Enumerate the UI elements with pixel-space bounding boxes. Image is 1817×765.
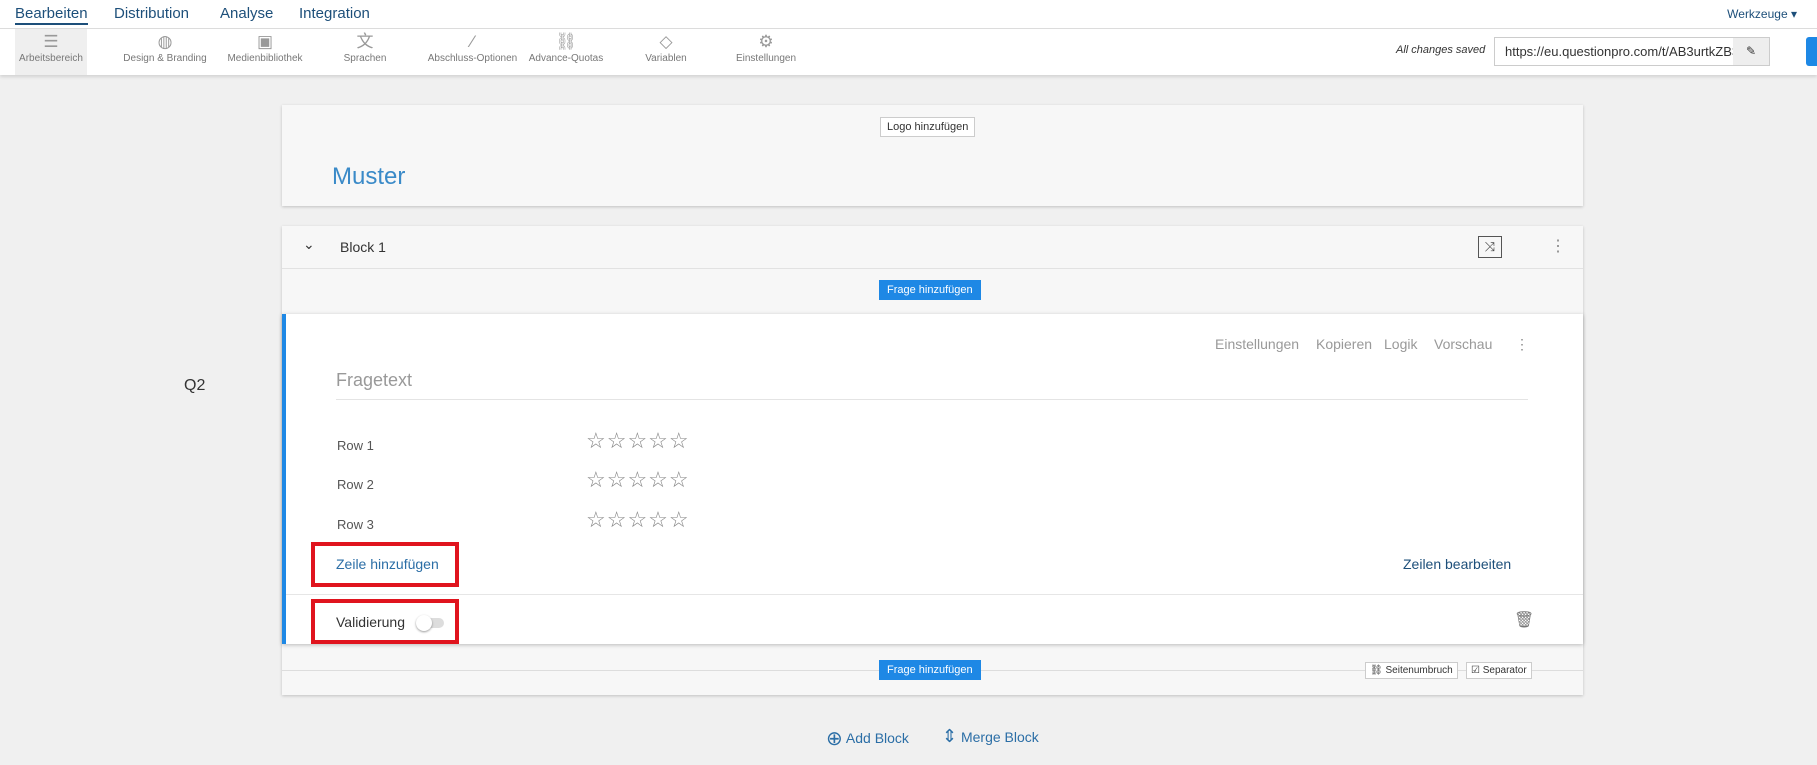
question-copy-link[interactable]: Kopieren (1316, 336, 1372, 352)
tool-arbeitsbereich[interactable]: ☰ Arbeitsbereich (15, 29, 87, 75)
tab-integration[interactable]: Integration (299, 5, 370, 22)
question-card: Einstellungen Kopieren Logik Vorschau ⋮ … (282, 314, 1583, 644)
edit-pencil-icon[interactable]: ✎ (1733, 38, 1769, 65)
tool-design[interactable]: ◍ Design & Branding (115, 29, 215, 75)
add-block-button[interactable]: ⊕ Add Block (826, 726, 909, 751)
werkzeuge-label: Werkzeuge (1727, 7, 1788, 21)
tool-variablen[interactable]: ◇ Variablen (616, 29, 716, 75)
link-icon: ⛓ (555, 32, 577, 51)
delete-icon[interactable]: 🗑 (1514, 610, 1534, 630)
page-break-button[interactable]: ⛓ Seitenumbruch (1365, 662, 1458, 679)
merge-icon: ⇕ (942, 726, 958, 746)
add-question-button-top[interactable]: Frage hinzufügen (879, 280, 981, 300)
tag-icon: ◇ (659, 32, 673, 51)
image-icon: ▣ (256, 32, 274, 51)
list-pencil-icon: ☰ (43, 32, 59, 51)
star-rating[interactable]: ☆☆☆☆☆ (586, 428, 690, 454)
block-header: ⌄ Block 1 ⤨ ⋮ (282, 226, 1583, 269)
question-settings-link[interactable]: Einstellungen (1215, 336, 1299, 352)
tab-analyse[interactable]: Analyse (220, 5, 273, 22)
magic-wand-icon: ⁄ (471, 32, 474, 51)
block-more-icon[interactable]: ⋮ (1550, 236, 1566, 256)
tab-distribution[interactable]: Distribution (114, 5, 189, 22)
survey-header-card: Logo hinzufügen Muster (282, 105, 1583, 206)
translate-icon: 文 (356, 32, 374, 51)
top-nav: Bearbeiten Distribution Analyse Integrat… (0, 0, 1817, 29)
edit-rows-link[interactable]: Zeilen bearbeiten (1403, 556, 1511, 572)
separator-label: Separator (1482, 665, 1527, 676)
question-logic-link[interactable]: Logik (1384, 336, 1417, 352)
tool-label: Variablen (645, 53, 687, 64)
question-preview-link[interactable]: Vorschau (1434, 336, 1492, 352)
add-block-label: Add Block (845, 730, 909, 746)
tool-label: Arbeitsbereich (19, 53, 83, 64)
toolbar: ☰ Arbeitsbereich ◍ Design & Branding ▣ Medi… (0, 29, 1817, 75)
tool-label: Design & Branding (123, 53, 207, 64)
survey-url: https://eu.questionpro.com/t/AB3urtkZB3u… (1505, 44, 1768, 59)
tool-quotas[interactable]: ⛓ Advance-Quotas (516, 29, 616, 75)
question-more-icon[interactable]: ⋮ (1515, 336, 1529, 353)
tool-abschluss[interactable]: ⁄ Abschluss-Optionen (415, 29, 530, 75)
row-label[interactable]: Row 1 (337, 438, 374, 453)
add-row-link[interactable]: Zeile hinzufügen (336, 556, 439, 572)
werkzeuge-menu[interactable]: Werkzeuge ▾ (1727, 7, 1797, 21)
save-status: All changes saved (1396, 44, 1486, 56)
tool-label: Einstellungen (735, 53, 797, 64)
gear-icon: ⚙ (758, 32, 774, 51)
question-text-input[interactable]: Fragetext (336, 370, 1528, 400)
row-label[interactable]: Row 2 (337, 477, 374, 492)
survey-title[interactable]: Muster (332, 163, 405, 191)
collapse-icon[interactable]: ⌄ (303, 236, 315, 253)
merge-block-label: Merge Block (960, 729, 1039, 745)
tool-medien[interactable]: ▣ Medienbibliothek (215, 29, 315, 75)
page-break-label: Seitenumbruch (1385, 665, 1453, 676)
block-card: ⌄ Block 1 ⤨ ⋮ Frage hinzufügen Einstellu… (282, 226, 1583, 695)
tab-bearbeiten[interactable]: Bearbeiten (15, 5, 88, 25)
tool-label: Abschluss-Optionen (427, 53, 518, 64)
survey-url-field[interactable]: https://eu.questionpro.com/t/AB3urtkZB3u… (1494, 37, 1770, 66)
merge-block-button[interactable]: ⇕ Merge Block (942, 726, 1039, 747)
shuffle-icon[interactable]: ⤨ (1478, 236, 1502, 258)
tool-label: Advance-Quotas (528, 53, 604, 64)
question-number: Q2 (184, 377, 206, 394)
add-logo-button[interactable]: Logo hinzufügen (880, 117, 976, 137)
row-label[interactable]: Row 3 (337, 517, 374, 532)
star-rating[interactable]: ☆☆☆☆☆ (586, 467, 690, 493)
tool-label: Medienbibliothek (227, 53, 303, 64)
add-question-button-bottom[interactable]: Frage hinzufügen (879, 660, 981, 680)
star-rating[interactable]: ☆☆☆☆☆ (586, 507, 690, 533)
palette-icon: ◍ (157, 32, 173, 51)
action-button[interactable] (1806, 37, 1817, 66)
validation-toggle[interactable] (416, 615, 444, 631)
validation-label: Validierung (336, 614, 406, 630)
tool-sprachen[interactable]: 文 Sprachen (315, 29, 415, 75)
block-title: Block 1 (340, 239, 386, 255)
plus-circle-icon: ⊕ (826, 728, 843, 750)
tool-einstellungen[interactable]: ⚙ Einstellungen (716, 29, 816, 75)
separator-button[interactable]: ☑ Separator (1466, 662, 1532, 679)
tool-label: Sprachen (343, 53, 387, 64)
